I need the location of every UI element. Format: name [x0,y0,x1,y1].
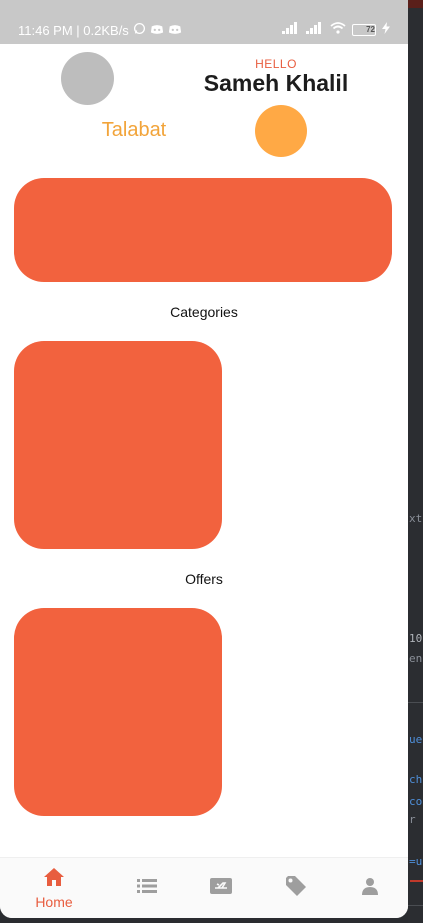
profile-avatar[interactable] [61,52,114,105]
nav-item-travel[interactable] [186,858,256,918]
ide-code-snippet: 10 [409,632,423,645]
bottom-navigation: Home [0,857,408,918]
ide-divider [408,905,423,906]
brand-name: Talabat [101,119,167,141]
discord-icon [168,23,182,38]
categories-title: Categories [170,304,238,320]
signal-icon [282,22,300,37]
tag-icon [285,875,307,902]
person-icon [361,877,379,900]
nav-item-home[interactable]: Home [19,858,89,918]
whatsapp-icon [133,22,146,38]
signal-icon [306,22,324,37]
wifi-icon [330,22,346,37]
ide-error-underline [410,880,423,882]
status-bar-right: 72 [282,22,390,37]
offers-title: Offers [185,571,223,587]
nav-item-list[interactable] [112,858,182,918]
ide-code-snippet: xt [409,512,423,525]
list-icon [137,879,157,898]
brand-logo[interactable] [255,105,307,157]
status-time: 11:46 PM | 0.2KB/s [18,22,129,38]
discord-icon [150,23,164,38]
nav-item-home-label: Home [35,894,73,910]
charging-icon [382,22,390,37]
ide-divider [408,702,423,703]
ide-code-snippet: ue [409,733,423,746]
status-bar-left: 11:46 PM | 0.2KB/s [18,22,182,38]
promo-banner[interactable] [14,178,392,282]
offer-card[interactable] [14,608,222,816]
phone-screen: 11:46 PM | 0.2KB/s 72 HELLO Sameh Khalil… [0,0,408,918]
ide-code-snippet: en [409,652,423,665]
status-bar: 11:46 PM | 0.2KB/s 72 [0,0,408,44]
ide-code-snippet: co [409,795,423,808]
home-icon [43,867,65,892]
background-ide-editor: xt 10 en ue ch co r =u [408,0,423,923]
battery-icon: 72 [352,23,376,36]
nav-item-offers[interactable] [261,858,331,918]
ide-top-stripe [408,0,423,8]
ide-code-snippet: =u [409,855,423,868]
ticket-icon [210,878,232,899]
user-name: Sameh Khalil [203,70,349,96]
ide-code-snippet: ch [409,773,423,786]
greeting-label: HELLO [255,57,297,71]
ide-code-snippet: r [409,813,416,826]
category-card[interactable] [14,341,222,549]
battery-level: 72 [366,25,375,34]
nav-item-profile[interactable] [335,858,405,918]
